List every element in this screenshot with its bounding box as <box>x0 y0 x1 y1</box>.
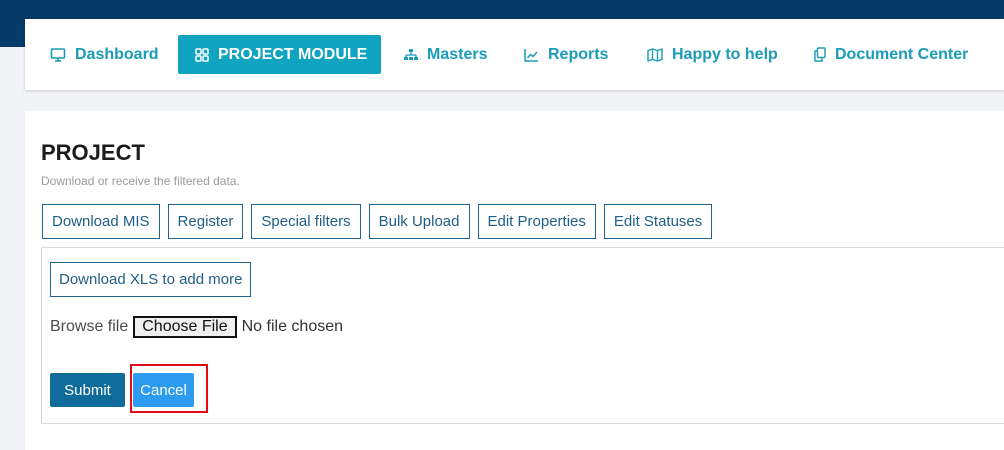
tab-register[interactable]: Register <box>167 204 244 239</box>
nav-dashboard[interactable]: Dashboard <box>50 35 159 74</box>
nav-document-center[interactable]: Document Center <box>814 35 968 74</box>
monitor-icon <box>50 47 66 62</box>
tab-edit-statuses[interactable]: Edit Statuses <box>603 204 713 239</box>
project-content: PROJECT Download or receive the filtered… <box>25 111 1004 450</box>
nav-happy-to-help-label: Happy to help <box>672 45 778 63</box>
nav-project-module[interactable]: PROJECT MODULE <box>178 35 382 74</box>
documents-icon <box>814 47 826 62</box>
chart-line-icon <box>524 48 538 62</box>
map-icon <box>647 47 663 62</box>
nav-reports[interactable]: Reports <box>524 35 608 74</box>
nav-project-module-label: PROJECT MODULE <box>218 45 368 63</box>
nav-masters-label: Masters <box>427 45 488 63</box>
tab-bulk-upload[interactable]: Bulk Upload <box>368 204 470 239</box>
browse-file-label: Browse file <box>50 318 129 335</box>
grid-icon <box>195 47 209 62</box>
sitemap-icon <box>404 48 418 60</box>
cancel-button[interactable]: Cancel <box>133 373 194 407</box>
file-status-text: No file chosen <box>241 318 344 335</box>
nav-happy-to-help[interactable]: Happy to help <box>647 35 778 74</box>
tab-special-filters[interactable]: Special filters <box>251 204 361 239</box>
download-xls-button[interactable]: Download XLS to add more <box>50 262 252 297</box>
nav-document-center-label: Document Center <box>835 45 969 63</box>
main-navigation: Dashboard PROJECT MODULE Masters Reports… <box>25 19 1004 90</box>
choose-file-button[interactable]: Choose File <box>133 316 237 338</box>
bulk-upload-panel: Download XLS to add more Browse file Cho… <box>41 247 1004 424</box>
page-subtitle: Download or receive the filtered data. <box>41 174 240 188</box>
nav-dashboard-label: Dashboard <box>75 45 159 63</box>
tab-edit-properties[interactable]: Edit Properties <box>477 204 596 239</box>
tab-download-mis[interactable]: Download MIS <box>42 204 160 239</box>
file-browse-row: Browse file Choose File No file chosen <box>50 316 343 338</box>
action-tabs: Download MIS Register Special filters Bu… <box>42 204 720 239</box>
submit-button[interactable]: Submit <box>50 373 125 407</box>
page-title: PROJECT <box>41 140 145 165</box>
nav-reports-label: Reports <box>548 45 609 63</box>
nav-masters[interactable]: Masters <box>404 35 487 74</box>
